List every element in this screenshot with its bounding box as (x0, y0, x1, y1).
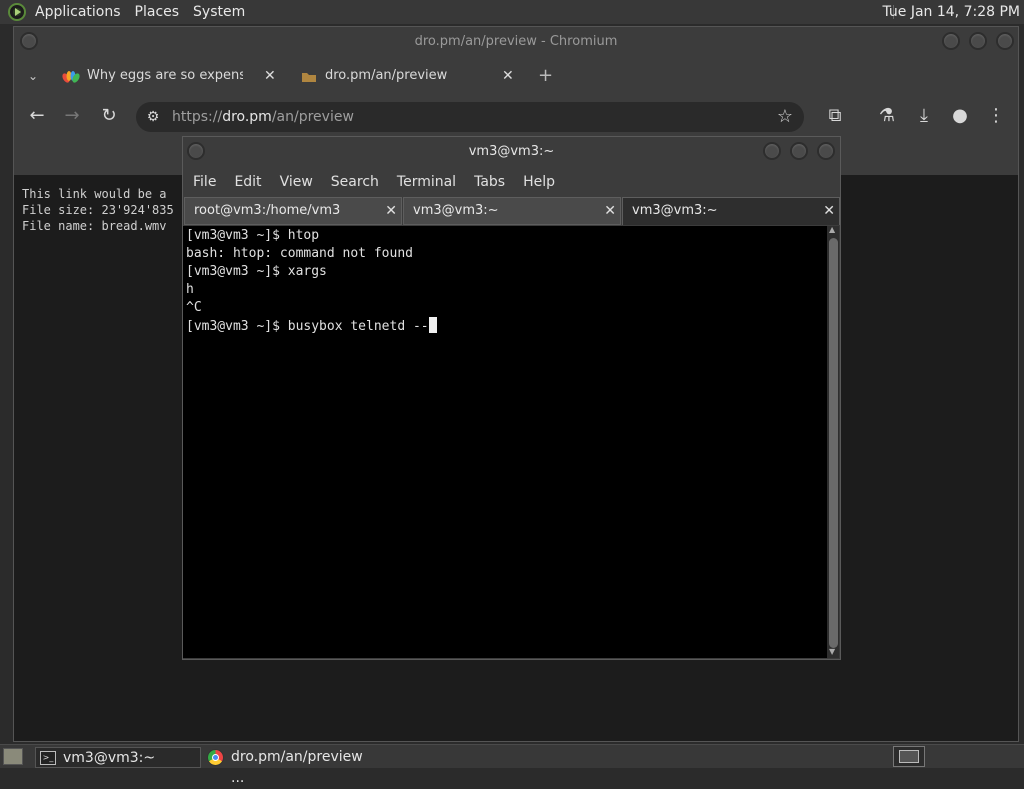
url-text[interactable]: https://dro.pm/an/preview (172, 102, 354, 132)
forward-arrow-icon[interactable]: → (59, 101, 85, 131)
menu-help[interactable]: Help (513, 169, 563, 195)
terminal-prompt-line: [vm3@vm3 ~]$ busybox telnetd -- (186, 317, 437, 336)
terminal-tab-label: vm3@vm3:~ (632, 203, 718, 218)
text-cursor (428, 317, 437, 333)
menu-terminal[interactable]: Terminal (387, 169, 464, 195)
bottom-panel: >_ vm3@vm3:~ dro.pm/an/preview ... (0, 744, 1024, 786)
tab-close-icon[interactable]: ✕ (264, 61, 276, 91)
terminal-line: h (186, 282, 194, 297)
terminal-output[interactable]: [vm3@vm3 ~]$ htop bash: htop: command no… (183, 226, 827, 658)
menu-edit[interactable]: Edit (224, 169, 269, 195)
minimize-button[interactable] (763, 142, 781, 160)
bookmark-star-icon[interactable]: ☆ (772, 102, 798, 132)
terminal-tab[interactable]: root@vm3:/home/vm3 ✕ (184, 197, 402, 225)
tab-close-icon[interactable]: ✕ (385, 198, 397, 224)
menu-view[interactable]: View (270, 169, 321, 195)
address-bar[interactable]: ⚙ https://dro.pm/an/preview ☆ (136, 102, 804, 132)
terminal-line: [vm3@vm3 ~]$ xargs (186, 264, 327, 279)
page-text-line: This link would be a (22, 187, 167, 201)
terminal-window: vm3@vm3:~ File Edit View Search Terminal… (182, 136, 841, 660)
terminal-line: bash: htop: command not found (186, 246, 413, 261)
terminal-tab[interactable]: vm3@vm3:~ ✕ (403, 197, 621, 225)
clock[interactable]: Tue Jan 14, 7:28 PM (882, 0, 1020, 24)
system-menu[interactable]: System (186, 0, 252, 24)
menu-tabs[interactable]: Tabs (464, 169, 513, 195)
tab-label: dro.pm/an/preview (325, 68, 448, 83)
labs-flask-icon[interactable]: ⚗ (874, 101, 900, 131)
maximize-button[interactable] (790, 142, 808, 160)
new-tab-button[interactable]: + (538, 61, 553, 91)
download-icon[interactable]: ⤓ (911, 101, 937, 131)
terminal-tab-bar: root@vm3:/home/vm3 ✕ vm3@vm3:~ ✕ vm3@vm3… (183, 197, 840, 225)
show-desktop-icon[interactable] (3, 748, 23, 765)
terminal-menubar: File Edit View Search Terminal Tabs Help (183, 169, 840, 195)
tab-strip: ⌄ Why eggs are so expensive r ✕ dro.pm/a… (14, 59, 1018, 93)
browser-toolbar: ← → ↻ ⚙ https://dro.pm/an/preview ☆ ⧉ ⚗ … (14, 93, 1018, 139)
terminal-line: ^C (186, 300, 202, 315)
places-menu[interactable]: Places (128, 0, 187, 24)
profile-avatar-icon[interactable]: ● (947, 101, 973, 131)
scroll-down-arrow-icon[interactable]: ▼ (829, 647, 835, 656)
minimize-button[interactable] (942, 32, 960, 50)
nbc-peacock-icon (62, 71, 80, 83)
tab-label: Why eggs are so expensive r (87, 68, 243, 83)
terminal-scrollbar[interactable]: ▲ ▼ (827, 225, 839, 658)
maximize-button[interactable] (969, 32, 987, 50)
reload-icon[interactable]: ↻ (96, 101, 122, 131)
folder-icon (302, 73, 316, 82)
terminal-tab-active[interactable]: vm3@vm3:~ ✕ (622, 197, 840, 225)
tab-close-icon[interactable]: ✕ (502, 61, 514, 91)
workspace-thumbnail[interactable] (899, 750, 919, 763)
top-panel: Applications Places System Tue Jan 14, 7… (0, 0, 1024, 24)
taskbar-item-label: vm3@vm3:~ (63, 750, 156, 766)
tab-close-icon[interactable]: ✕ (823, 198, 835, 224)
terminal-icon: >_ (40, 751, 56, 765)
taskbar-item-terminal[interactable]: >_ vm3@vm3:~ (35, 747, 201, 768)
close-button[interactable] (996, 32, 1014, 50)
page-text-line: File size: 23'924'835 (22, 203, 174, 217)
menu-file[interactable]: File (183, 169, 224, 195)
terminal-line: [vm3@vm3 ~]$ htop (186, 228, 320, 243)
distro-logo-icon[interactable] (8, 3, 26, 21)
chromium-titlebar[interactable]: dro.pm/an/preview - Chromium (14, 27, 1018, 57)
applications-menu[interactable]: Applications (28, 0, 128, 24)
chromium-icon (207, 749, 224, 766)
terminal-window-title[interactable]: vm3@vm3:~ (183, 137, 840, 167)
scroll-up-arrow-icon[interactable]: ▲ (829, 225, 835, 234)
tab-close-icon[interactable]: ✕ (604, 198, 616, 224)
scrollbar-thumb[interactable] (829, 238, 838, 648)
terminal-line-text: [vm3@vm3 ~]$ busybox telnetd -- (186, 319, 429, 334)
taskbar-item-chromium[interactable]: dro.pm/an/preview ... (204, 747, 374, 786)
chromium-window-title: dro.pm/an/preview - Chromium (414, 34, 618, 49)
page-text-line: File name: bread.wmv (22, 219, 167, 233)
close-button[interactable] (817, 142, 835, 160)
terminal-tab-label: vm3@vm3:~ (413, 203, 499, 218)
menu-kebab-icon[interactable]: ⋮ (983, 101, 1009, 131)
workspace-switcher[interactable] (893, 746, 925, 767)
back-arrow-icon[interactable]: ← (24, 101, 50, 131)
site-info-icon[interactable]: ⚙ (140, 102, 166, 132)
terminal-tab-label: root@vm3:/home/vm3 (194, 203, 341, 218)
extensions-puzzle-icon[interactable]: ⧉ (822, 101, 848, 131)
menu-search[interactable]: Search (321, 169, 387, 195)
tab-search-chevron-icon[interactable]: ⌄ (28, 61, 44, 91)
